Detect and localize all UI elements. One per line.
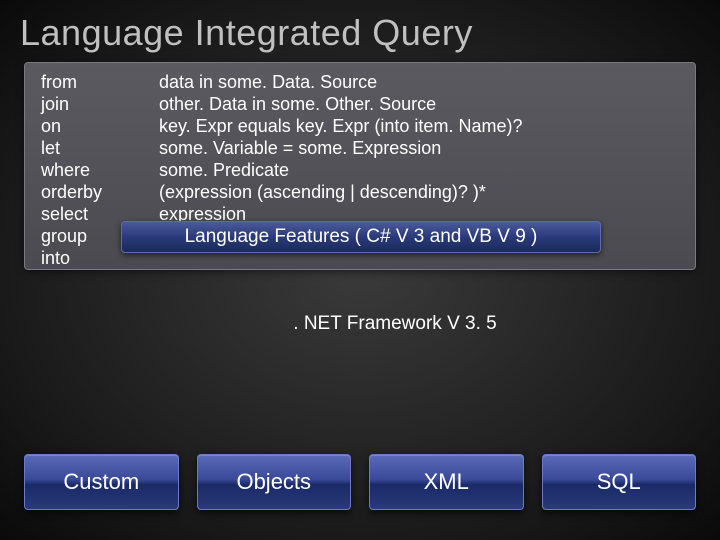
language-features-bar: Language Features ( C# V 3 and VB V 9 )	[121, 221, 601, 253]
expression: key. Expr equals key. Expr (into item. N…	[159, 115, 522, 137]
expression: data in some. Data. Source	[159, 71, 377, 93]
slide-title: Language Integrated Query	[0, 0, 720, 62]
expression: some. Predicate	[159, 159, 289, 181]
expression: other. Data in some. Other. Source	[159, 93, 436, 115]
code-row: on key. Expr equals key. Expr (into item…	[41, 115, 679, 137]
code-row: let some. Variable = some. Expression	[41, 137, 679, 159]
provider-custom: Custom	[24, 454, 179, 510]
code-panel: from data in some. Data. Source join oth…	[24, 62, 696, 270]
expression: (expression (ascending | descending)? )*	[159, 181, 486, 203]
keyword: from	[41, 71, 159, 93]
code-row: where some. Predicate	[41, 159, 679, 181]
providers-row: Custom Objects XML SQL	[24, 454, 696, 510]
provider-sql: SQL	[542, 454, 697, 510]
framework-bar: . NET Framework V 3. 5	[220, 313, 570, 335]
code-row: join other. Data in some. Other. Source	[41, 93, 679, 115]
keyword: join	[41, 93, 159, 115]
code-row: orderby (expression (ascending | descend…	[41, 181, 679, 203]
keyword: let	[41, 137, 159, 159]
keyword: where	[41, 159, 159, 181]
provider-xml: XML	[369, 454, 524, 510]
expression: some. Variable = some. Expression	[159, 137, 441, 159]
keyword: orderby	[41, 181, 159, 203]
code-row: from data in some. Data. Source	[41, 71, 679, 93]
keyword: on	[41, 115, 159, 137]
provider-objects: Objects	[197, 454, 352, 510]
